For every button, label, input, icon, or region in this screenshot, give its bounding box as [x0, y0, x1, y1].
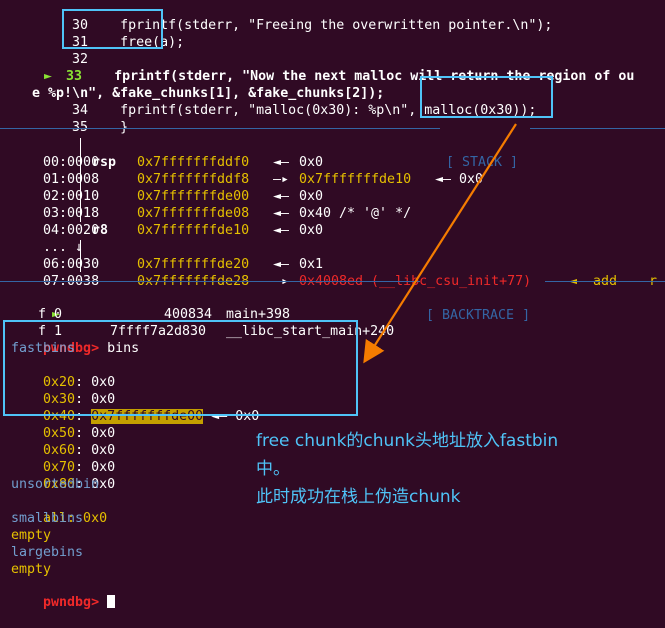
annotation-line-1: free chunk的chunk头地址放入fastbin [256, 431, 559, 451]
text-cursor [107, 595, 116, 608]
annotation-note: free chunk的chunk头地址放入fastbin 中。 此时成功在栈上伪… [256, 427, 656, 511]
arrow-line [363, 123, 517, 364]
annotation-line-3: 此时成功在栈上伪造chunk [256, 487, 461, 507]
prompt: pwndbg> [43, 595, 100, 610]
annotation-line-2: 中。 [256, 459, 290, 479]
